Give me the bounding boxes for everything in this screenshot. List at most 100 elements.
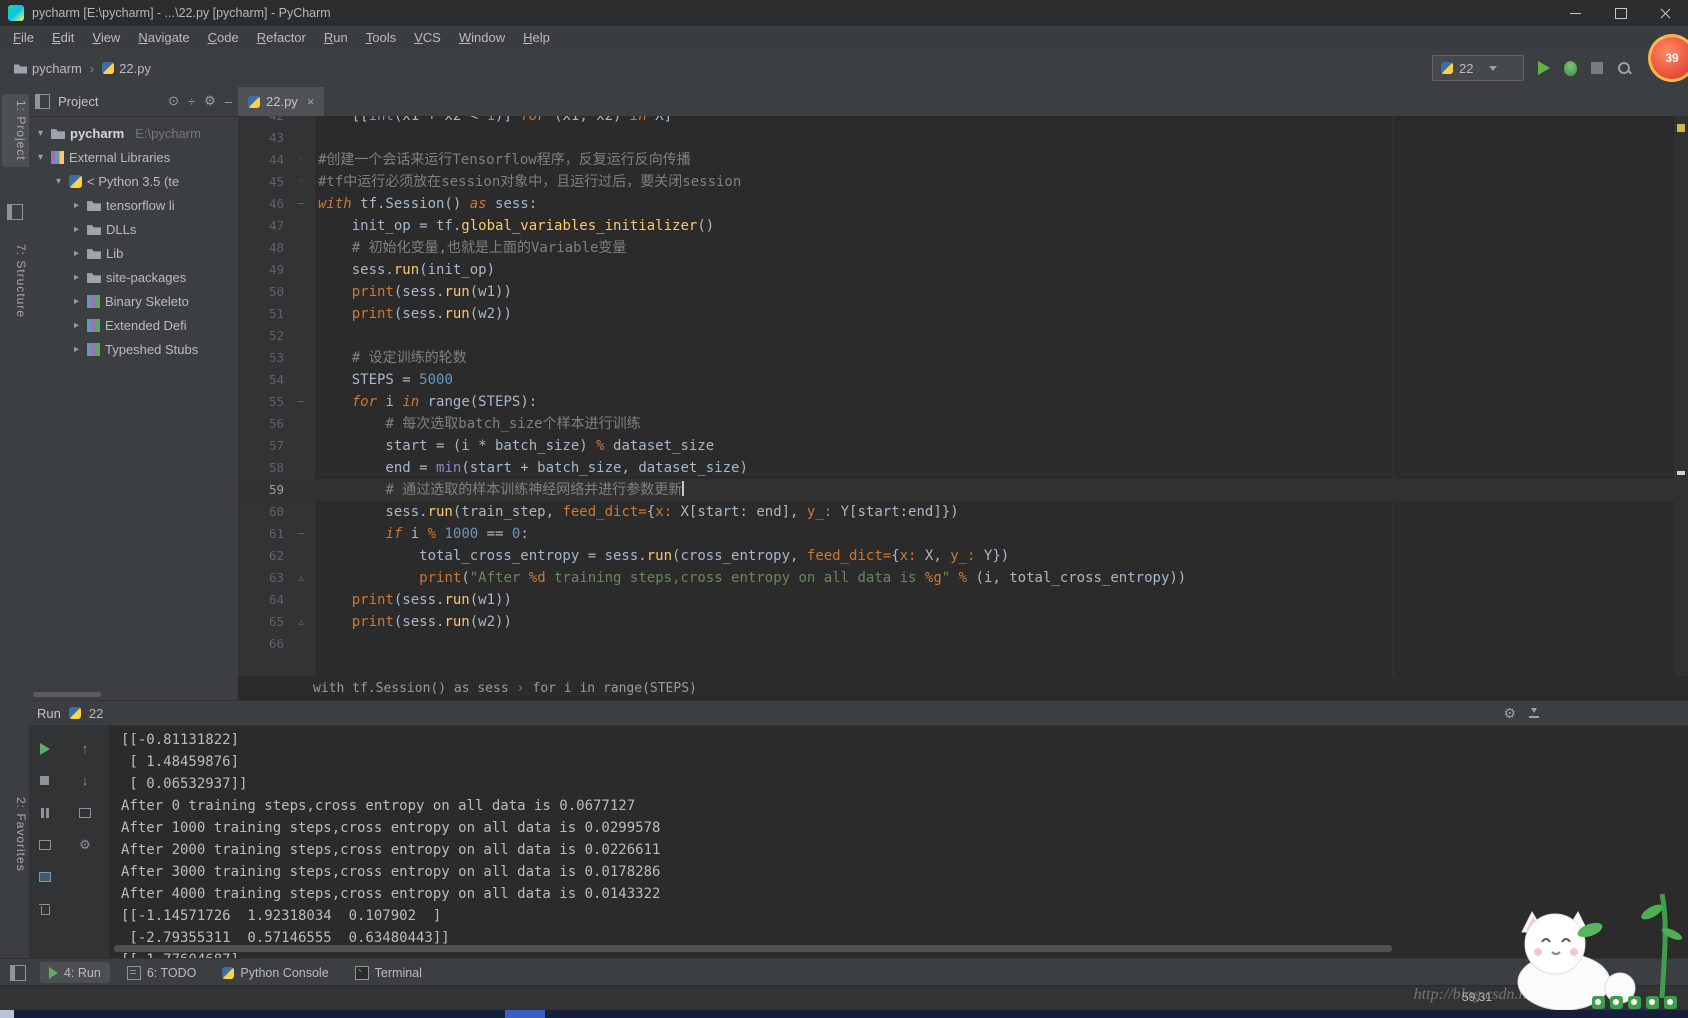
code-line-56[interactable]: 56 # 每次选取batch_size个样本进行训练 <box>238 413 1674 435</box>
tool-window-icon[interactable] <box>7 204 23 220</box>
console-output[interactable]: [[-0.81131822] [ 1.48459876] [ 0.0653293… <box>109 725 1688 959</box>
chevron-right-icon[interactable]: ▸ <box>71 200 82 211</box>
code-line-57[interactable]: 57 start = (i * batch_size) % dataset_si… <box>238 435 1674 457</box>
code-line-48[interactable]: 48 # 初始化变量,也就是上面的Variable变量 <box>238 237 1674 259</box>
fold-marker-icon[interactable]: − <box>288 193 314 215</box>
menu-code[interactable]: Code <box>199 26 248 50</box>
code-line-46[interactable]: 46− with tf.Session() as sess: <box>238 193 1674 215</box>
todo-stripe-mark[interactable] <box>1677 124 1685 132</box>
chevron-down-icon[interactable]: ▾ <box>53 176 64 187</box>
chevron-right-icon[interactable]: ▸ <box>71 344 82 355</box>
tool-window-switcher-icon[interactable] <box>10 964 26 981</box>
code-line-42[interactable]: 42 [[int(x1 + x2 < 1)] for (x1, x2) in X… <box>238 116 1674 127</box>
tool-window-button-1-project[interactable]: 1: Project <box>2 94 30 167</box>
maximize-button[interactable] <box>1598 0 1643 26</box>
menu-navigate[interactable]: Navigate <box>129 26 198 50</box>
monitor-icon[interactable] <box>37 837 53 853</box>
tree-item-python-3-5-te[interactable]: ▾ < Python 3.5 (te <box>29 169 238 193</box>
tree-item-typeshed-stubs[interactable]: ▸ Typeshed Stubs <box>29 337 238 361</box>
tool-window-button-python-console[interactable]: Python Console <box>213 962 337 983</box>
tab-22py[interactable]: 22.py × <box>238 87 325 116</box>
code-line-51[interactable]: 51 print(sess.run(w2)) <box>238 303 1674 325</box>
chevron-right-icon[interactable]: ▸ <box>71 248 82 259</box>
code-line-53[interactable]: 53 # 设定训练的轮数 <box>238 347 1674 369</box>
caret-stripe-mark[interactable] <box>1677 471 1685 475</box>
stop-icon[interactable] <box>37 773 53 789</box>
tree-item-extended-defi[interactable]: ▸ Extended Defi <box>29 313 238 337</box>
dock-icon[interactable] <box>1528 707 1540 719</box>
windows-taskbar[interactable] <box>0 1010 1688 1018</box>
tab-run[interactable]: Run <box>37 706 61 721</box>
fold-marker-icon[interactable]: ◦ <box>288 171 314 193</box>
minimize-button[interactable] <box>1553 0 1598 26</box>
code-line-60[interactable]: 60 sess.run(train_step, feed_dict={x: X[… <box>238 501 1674 523</box>
menu-vcs[interactable]: VCS <box>405 26 450 50</box>
pause-icon[interactable] <box>37 805 53 821</box>
breadcrumb-with-tf-session-as-sess[interactable]: with tf.Session() as sess <box>313 681 509 696</box>
monitor-icon[interactable] <box>77 805 93 821</box>
tree-item-binary-skeleto[interactable]: ▸ Binary Skeleto <box>29 289 238 313</box>
error-stripe[interactable] <box>1674 116 1688 676</box>
tree-item-tensorflow-li[interactable]: ▸ tensorflow li <box>29 193 238 217</box>
fold-marker-icon[interactable]: − <box>288 523 314 545</box>
close-tab-icon[interactable]: × <box>307 94 315 109</box>
menu-refactor[interactable]: Refactor <box>248 26 315 50</box>
trash-icon[interactable] <box>37 901 53 917</box>
code-line-61[interactable]: 61− if i % 1000 == 0: <box>238 523 1674 545</box>
tree-item-site-packages[interactable]: ▸ site-packages <box>29 265 238 289</box>
menu-help[interactable]: Help <box>514 26 559 50</box>
filter-icon[interactable]: ÷ <box>188 94 195 109</box>
menu-view[interactable]: View <box>83 26 129 50</box>
fold-marker-icon[interactable]: ▵ <box>288 611 314 633</box>
code-line-43[interactable]: 43 <box>238 127 1674 149</box>
chevron-down-icon[interactable]: ▾ <box>35 152 46 163</box>
code-line-55[interactable]: 55− for i in range(STEPS): <box>238 391 1674 413</box>
project-scrollbar[interactable] <box>33 692 101 697</box>
run-button[interactable] <box>1538 61 1550 75</box>
fold-marker-icon[interactable]: ◦ <box>288 149 314 171</box>
hide-icon[interactable]: – <box>225 94 232 109</box>
locate-icon[interactable]: ⊙ <box>168 93 179 109</box>
debug-button[interactable] <box>1564 60 1577 76</box>
menu-tools[interactable]: Tools <box>357 26 405 50</box>
tool-window-button-6-todo[interactable]: 6: TODO <box>118 962 206 983</box>
monitor-blue-icon[interactable] <box>37 869 53 885</box>
tree-item-external-libraries[interactable]: ▾ External Libraries <box>29 145 238 169</box>
code-line-64[interactable]: 64 print(sess.run(w1)) <box>238 589 1674 611</box>
breadcrumb-for-i-in-range-steps[interactable]: for i in range(STEPS) <box>533 681 697 696</box>
tool-window-button-7-structure[interactable]: 7: Structure <box>2 238 30 324</box>
settings-icon[interactable]: ⚙ <box>77 837 93 853</box>
tool-window-button-terminal[interactable]: Terminal <box>346 962 431 983</box>
breadcrumb-22-py[interactable]: 22.py <box>102 61 151 76</box>
settings-icon[interactable]: ⚙ <box>1503 705 1516 722</box>
code-line-65[interactable]: 65 ▵ print(sess.run(w2)) <box>238 611 1674 633</box>
chevron-right-icon[interactable]: ▸ <box>71 272 82 283</box>
menu-file[interactable]: File <box>4 26 43 50</box>
code-line-66[interactable]: 66 <box>238 633 1674 655</box>
tree-item-dlls[interactable]: ▸ DLLs <box>29 217 238 241</box>
tool-window-button-4-run[interactable]: 4: Run <box>40 962 110 983</box>
chevron-down-icon[interactable]: ▾ <box>35 128 46 139</box>
close-button[interactable] <box>1643 0 1688 26</box>
search-everywhere-icon[interactable] <box>1617 61 1632 76</box>
chevron-right-icon[interactable]: ▸ <box>71 320 82 331</box>
up-icon[interactable]: ↑ <box>77 741 93 757</box>
menu-run[interactable]: Run <box>315 26 357 50</box>
code-area[interactable]: 42 [[int(x1 + x2 < 1)] for (x1, x2) in X… <box>238 116 1674 676</box>
panel-menu-icon[interactable] <box>35 93 50 109</box>
code-line-58[interactable]: 58 end = min(start + batch_size, dataset… <box>238 457 1674 479</box>
code-line-49[interactable]: 49 sess.run(init_op) <box>238 259 1674 281</box>
console-scrollbar[interactable] <box>114 945 1392 952</box>
code-line-45[interactable]: 45 ◦ #tf中运行必须放在session对象中，且运行过后，要关闭session <box>238 171 1674 193</box>
chevron-right-icon[interactable]: ▸ <box>71 224 82 235</box>
code-line-59[interactable]: 59 # 通过选取的样本训练神经网络并进行参数更新 <box>238 479 1674 501</box>
menu-window[interactable]: Window <box>450 26 514 50</box>
chevron-right-icon[interactable]: ▸ <box>71 296 82 307</box>
code-line-50[interactable]: 50 print(sess.run(w1)) <box>238 281 1674 303</box>
tree-item-lib[interactable]: ▸ Lib <box>29 241 238 265</box>
tree-item-pycharm[interactable]: ▾ pycharm E:\pycharm <box>29 121 238 145</box>
code-line-54[interactable]: 54 STEPS = 5000 <box>238 369 1674 391</box>
down-icon[interactable]: ↓ <box>77 773 93 789</box>
code-line-52[interactable]: 52 <box>238 325 1674 347</box>
code-line-63[interactable]: 63 ▵ print("After %d training steps,cross… <box>238 567 1674 589</box>
